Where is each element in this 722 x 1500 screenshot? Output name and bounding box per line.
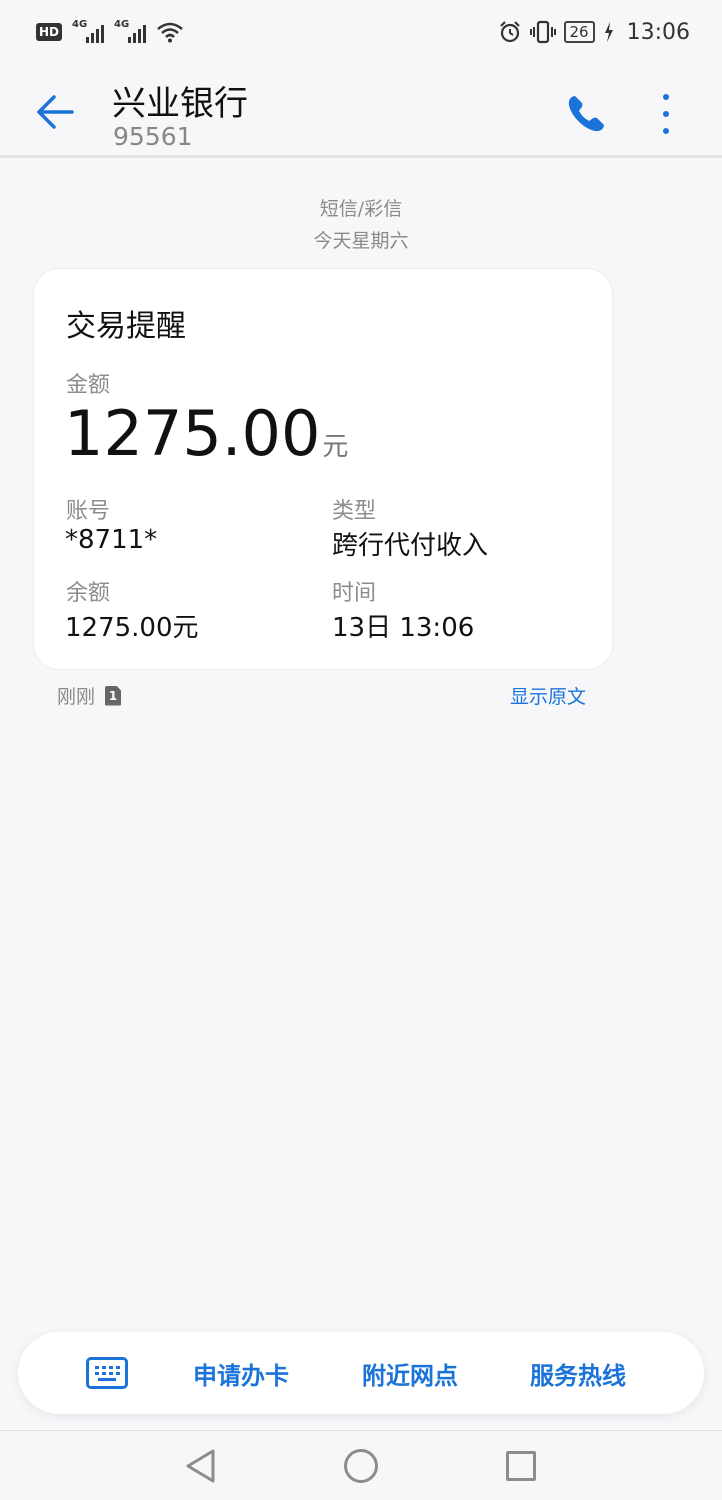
type-label: 类型 (332, 499, 377, 524)
phone-icon (568, 96, 604, 132)
message-type-label: 短信/彩信 (319, 198, 403, 220)
sms-thread-screen: HD 4G 4G 26 13:06 兴业银行 95561 短信/彩信 今天星期六… (0, 0, 722, 1500)
wifi-icon (157, 22, 183, 43)
call-button[interactable] (562, 90, 610, 138)
battery-level: 26 (563, 21, 595, 43)
amount-label: 金额 (66, 373, 111, 398)
signal-sim2-icon: 4G (114, 19, 147, 43)
more-options-button[interactable] (646, 88, 686, 140)
vibrate-icon (529, 20, 556, 44)
sent-time-label: 刚刚 (57, 686, 96, 708)
alarm-icon (499, 21, 520, 43)
transaction-card[interactable]: 交易提醒 金额 1275.00元 账号 *8711* 类型 跨行代付收入 余额 … (33, 268, 613, 670)
menu-nearby-branches[interactable]: 附近网点 (362, 1356, 458, 1391)
show-original-link[interactable]: 显示原文 (510, 682, 586, 709)
menu-service-hotline[interactable]: 服务热线 (530, 1356, 626, 1391)
nav-home-icon[interactable] (344, 1449, 378, 1483)
keyboard-toggle-button[interactable] (86, 1357, 128, 1389)
status-left: HD 4G 4G (36, 18, 184, 46)
card-title: 交易提醒 (66, 309, 186, 344)
status-time: 13:06 (626, 19, 690, 45)
time-label: 时间 (332, 581, 377, 606)
time-value: 13日 13:06 (332, 613, 475, 643)
sim2-network-label: 4G (114, 19, 130, 30)
amount-number: 1275.00 (64, 397, 321, 470)
menu-apply-card[interactable]: 申请办卡 (193, 1356, 289, 1391)
back-button[interactable] (30, 86, 82, 138)
account-value: *8711* (65, 525, 158, 555)
contact-name: 兴业银行 (112, 84, 248, 124)
sim-card-icon: 1 (105, 685, 122, 706)
back-arrow-icon (37, 95, 74, 129)
balance-label: 余额 (66, 581, 111, 606)
conversation-header: 兴业银行 95561 (0, 64, 722, 158)
sim1-network-label: 4G (72, 19, 88, 30)
status-right: 26 13:06 (498, 18, 690, 46)
more-vertical-icon (663, 94, 669, 100)
amount-unit: 元 (322, 432, 349, 462)
service-menu-bar: 申请办卡 附近网点 服务热线 (18, 1332, 704, 1414)
nav-recents-icon[interactable] (506, 1451, 536, 1481)
date-separator: 今天星期六 (313, 230, 409, 252)
system-nav-bar (0, 1430, 722, 1500)
nav-back-icon[interactable] (183, 1448, 219, 1484)
contact-number: 95561 (113, 122, 193, 151)
signal-sim1-icon: 4G (72, 19, 105, 43)
balance-value: 1275.00元 (65, 613, 199, 643)
account-label: 账号 (66, 499, 111, 524)
charging-icon (604, 22, 613, 42)
type-value: 跨行代付收入 (332, 531, 489, 561)
hd-badge: HD (36, 23, 63, 41)
amount-value: 1275.00元 (64, 397, 348, 470)
status-bar: HD 4G 4G 26 13:06 (0, 0, 722, 64)
message-timestamp: 刚刚 1 (57, 682, 122, 709)
